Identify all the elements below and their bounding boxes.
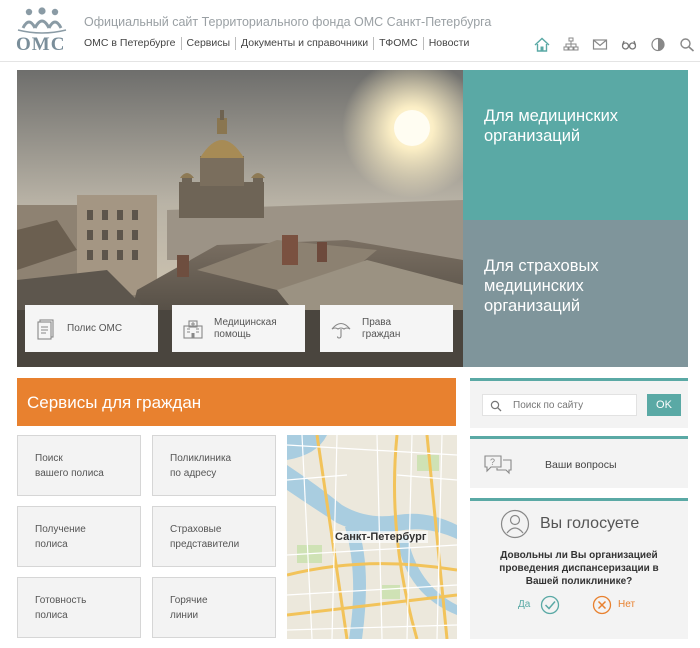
site-search-box: Поиск по сайту OK <box>470 378 688 428</box>
poll-question: Довольны ли Вы организацией проведения д… <box>499 550 659 587</box>
tile-policy-oms-label: Полис ОМС <box>67 322 123 334</box>
search-icon[interactable] <box>677 36 697 52</box>
hero-banner: Полис ОМС Медицинская помощь Права гражд… <box>17 70 463 367</box>
service-hotlines[interactable]: Горячие линии <box>152 577 276 638</box>
your-questions-label: Ваши вопросы <box>545 459 617 471</box>
nav-tfoms[interactable]: ТФОМС <box>374 37 424 50</box>
nav-oms-in-petersburg[interactable]: ОМС в Петербурге <box>84 37 182 50</box>
header-toolbar <box>532 36 697 52</box>
services-title: Сервисы для граждан <box>27 393 202 412</box>
hospital-icon <box>172 318 214 340</box>
logo-text: ОМС <box>16 34 66 55</box>
service-find-policy[interactable]: Поиск вашего полиса <box>17 435 141 496</box>
site-header: ОМС Официальный сайт Территориального фо… <box>0 0 700 62</box>
search-icon <box>490 400 502 412</box>
search-input[interactable]: Поиск по сайту <box>482 394 637 416</box>
service-get-policy[interactable]: Получение полиса <box>17 506 141 567</box>
logo-people-icon <box>17 7 67 34</box>
tile-policy-oms[interactable]: Полис ОМС <box>25 305 158 352</box>
panel-insurance-label: Для страховых медицинских организаций <box>484 257 599 315</box>
search-placeholder: Поиск по сайту <box>513 400 584 411</box>
oms-logo[interactable]: ОМС <box>14 6 70 55</box>
tile-medical-care[interactable]: Медицинская помощь <box>172 305 305 352</box>
service-policy-readiness[interactable]: Готовность полиса <box>17 577 141 638</box>
umbrella-icon <box>320 318 362 340</box>
nav-services[interactable]: Сервисы <box>182 37 237 50</box>
nav-news[interactable]: Новости <box>424 37 475 50</box>
poll-yes-label[interactable]: Да <box>518 599 530 610</box>
panel-medical-label: Для медицинских организаций <box>484 107 619 145</box>
contrast-icon[interactable] <box>648 36 668 52</box>
poll-title: Вы голосуете <box>540 515 640 532</box>
service-label: Готовность полиса <box>35 595 87 621</box>
panel-for-insurance-organizations[interactable]: Для страховых медицинских организаций <box>463 220 688 367</box>
sitemap-icon[interactable] <box>561 36 581 52</box>
service-label: Поиск вашего полиса <box>35 453 104 479</box>
service-insurance-representatives[interactable]: Страховые представители <box>152 506 276 567</box>
poll-block: Вы голосуете Довольны ли Вы организацией… <box>470 498 688 639</box>
glasses-icon[interactable] <box>619 36 639 52</box>
mail-icon[interactable] <box>590 36 610 52</box>
user-avatar-icon <box>500 509 530 539</box>
poll-no-label[interactable]: Нет <box>618 599 635 610</box>
service-label: Поликлиника по адресу <box>170 453 232 479</box>
chat-question-icon: ? <box>484 455 512 475</box>
main-nav: ОМС в Петербурге Сервисы Документы и спр… <box>84 37 474 50</box>
check-circle-icon[interactable] <box>540 595 560 615</box>
map-city-label: Санкт-Петербург <box>333 531 429 543</box>
close-circle-icon[interactable] <box>592 595 612 615</box>
service-label: Горячие линии <box>170 595 208 621</box>
service-clinic-by-address[interactable]: Поликлиника по адресу <box>152 435 276 496</box>
services-header: Сервисы для граждан <box>17 378 456 426</box>
tile-citizen-rights-label: Права граждан <box>362 316 401 340</box>
tile-citizen-rights[interactable]: Права граждан <box>320 305 453 352</box>
panel-for-medical-organizations[interactable]: Для медицинских организаций <box>463 70 688 220</box>
home-icon[interactable] <box>532 36 552 52</box>
site-title: Официальный сайт Территориального фонда … <box>84 15 492 29</box>
search-ok-button[interactable]: OK <box>647 394 681 416</box>
your-questions-block[interactable]: ? Ваши вопросы <box>470 436 688 488</box>
service-label: Получение полиса <box>35 524 86 550</box>
tile-medical-care-label: Медицинская помощь <box>214 316 277 340</box>
document-icon <box>25 318 67 340</box>
city-map[interactable]: Санкт-Петербург <box>287 435 457 639</box>
service-label: Страховые представители <box>170 524 240 550</box>
svg-text:?: ? <box>490 457 495 467</box>
nav-documents[interactable]: Документы и справочники <box>236 37 375 50</box>
